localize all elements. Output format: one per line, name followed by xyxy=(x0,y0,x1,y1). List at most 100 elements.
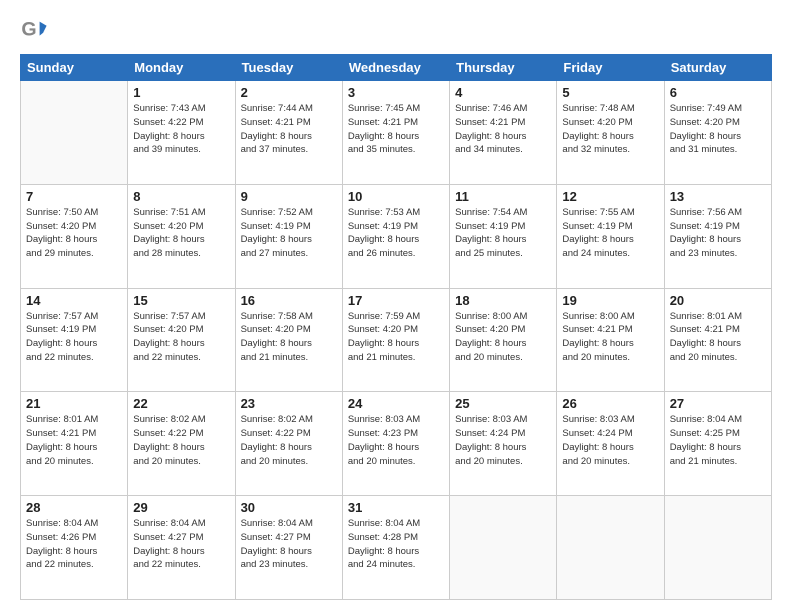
day-info: Sunrise: 8:01 AM Sunset: 4:21 PM Dayligh… xyxy=(26,413,122,468)
day-number: 13 xyxy=(670,189,766,204)
calendar-cell: 3Sunrise: 7:45 AM Sunset: 4:21 PM Daylig… xyxy=(342,81,449,185)
day-number: 8 xyxy=(133,189,229,204)
day-info: Sunrise: 7:43 AM Sunset: 4:22 PM Dayligh… xyxy=(133,102,229,157)
day-info: Sunrise: 7:57 AM Sunset: 4:20 PM Dayligh… xyxy=(133,310,229,365)
day-number: 19 xyxy=(562,293,658,308)
calendar-header-sunday: Sunday xyxy=(21,55,128,81)
day-info: Sunrise: 8:03 AM Sunset: 4:24 PM Dayligh… xyxy=(455,413,551,468)
day-number: 5 xyxy=(562,85,658,100)
day-info: Sunrise: 8:04 AM Sunset: 4:25 PM Dayligh… xyxy=(670,413,766,468)
day-number: 4 xyxy=(455,85,551,100)
calendar-cell: 20Sunrise: 8:01 AM Sunset: 4:21 PM Dayli… xyxy=(664,288,771,392)
day-info: Sunrise: 8:02 AM Sunset: 4:22 PM Dayligh… xyxy=(241,413,337,468)
calendar-cell: 8 Sunrise: 7:51 AM Sunset: 4:20 PM Daylig… xyxy=(128,184,235,288)
calendar-cell: 14Sunrise: 7:57 AM Sunset: 4:19 PM Dayli… xyxy=(21,288,128,392)
calendar-cell xyxy=(21,81,128,185)
day-number: 1 xyxy=(133,85,229,100)
logo: G xyxy=(20,16,52,44)
calendar-cell: 27 Sunrise: 8:04 AM Sunset: 4:25 PM Dayli… xyxy=(664,392,771,496)
day-number: 26 xyxy=(562,396,658,411)
day-info: Sunrise: 7:51 AM Sunset: 4:20 PM Dayligh… xyxy=(133,206,229,261)
calendar-cell: 29Sunrise: 8:04 AM Sunset: 4:27 PM Dayli… xyxy=(128,496,235,600)
day-info: Sunrise: 8:02 AM Sunset: 4:22 PM Dayligh… xyxy=(133,413,229,468)
calendar-header-friday: Friday xyxy=(557,55,664,81)
day-info: Sunrise: 7:57 AM Sunset: 4:19 PM Dayligh… xyxy=(26,310,122,365)
day-info: Sunrise: 7:58 AM Sunset: 4:20 PM Dayligh… xyxy=(241,310,337,365)
calendar-cell: 13 Sunrise: 7:56 AM Sunset: 4:19 PM Dayli… xyxy=(664,184,771,288)
day-info: Sunrise: 8:04 AM Sunset: 4:26 PM Dayligh… xyxy=(26,517,122,572)
calendar-cell: 15 Sunrise: 7:57 AM Sunset: 4:20 PM Dayli… xyxy=(128,288,235,392)
day-number: 21 xyxy=(26,396,122,411)
calendar-cell: 9 Sunrise: 7:52 AM Sunset: 4:19 PM Daylig… xyxy=(235,184,342,288)
day-number: 22 xyxy=(133,396,229,411)
day-info: Sunrise: 7:59 AM Sunset: 4:20 PM Dayligh… xyxy=(348,310,444,365)
calendar-cell: 11 Sunrise: 7:54 AM Sunset: 4:19 PM Dayli… xyxy=(450,184,557,288)
calendar-header-wednesday: Wednesday xyxy=(342,55,449,81)
day-info: Sunrise: 8:04 AM Sunset: 4:28 PM Dayligh… xyxy=(348,517,444,572)
day-info: Sunrise: 7:52 AM Sunset: 4:19 PM Dayligh… xyxy=(241,206,337,261)
calendar-cell: 31 Sunrise: 8:04 AM Sunset: 4:28 PM Dayli… xyxy=(342,496,449,600)
day-number: 29 xyxy=(133,500,229,515)
day-info: Sunrise: 8:00 AM Sunset: 4:20 PM Dayligh… xyxy=(455,310,551,365)
day-number: 16 xyxy=(241,293,337,308)
calendar-cell: 28 Sunrise: 8:04 AM Sunset: 4:26 PM Dayli… xyxy=(21,496,128,600)
calendar-table: SundayMondayTuesdayWednesdayThursdayFrid… xyxy=(20,54,772,600)
day-number: 31 xyxy=(348,500,444,515)
calendar-header-thursday: Thursday xyxy=(450,55,557,81)
day-number: 11 xyxy=(455,189,551,204)
logo-icon: G xyxy=(20,16,48,44)
calendar-cell: 1 Sunrise: 7:43 AM Sunset: 4:22 PM Daylig… xyxy=(128,81,235,185)
day-number: 27 xyxy=(670,396,766,411)
day-info: Sunrise: 7:46 AM Sunset: 4:21 PM Dayligh… xyxy=(455,102,551,157)
calendar-cell: 19Sunrise: 8:00 AM Sunset: 4:21 PM Dayli… xyxy=(557,288,664,392)
day-info: Sunrise: 7:54 AM Sunset: 4:19 PM Dayligh… xyxy=(455,206,551,261)
day-number: 20 xyxy=(670,293,766,308)
calendar-cell: 10Sunrise: 7:53 AM Sunset: 4:19 PM Dayli… xyxy=(342,184,449,288)
day-info: Sunrise: 7:49 AM Sunset: 4:20 PM Dayligh… xyxy=(670,102,766,157)
page: G SundayMondayTuesdayWednesdayThursdayFr… xyxy=(0,0,792,612)
day-info: Sunrise: 7:50 AM Sunset: 4:20 PM Dayligh… xyxy=(26,206,122,261)
day-number: 30 xyxy=(241,500,337,515)
calendar-cell xyxy=(664,496,771,600)
day-number: 15 xyxy=(133,293,229,308)
day-info: Sunrise: 8:03 AM Sunset: 4:23 PM Dayligh… xyxy=(348,413,444,468)
calendar-header-saturday: Saturday xyxy=(664,55,771,81)
calendar-cell: 30 Sunrise: 8:04 AM Sunset: 4:27 PM Dayli… xyxy=(235,496,342,600)
day-info: Sunrise: 8:03 AM Sunset: 4:24 PM Dayligh… xyxy=(562,413,658,468)
calendar-cell: 24 Sunrise: 8:03 AM Sunset: 4:23 PM Dayli… xyxy=(342,392,449,496)
calendar-cell: 26 Sunrise: 8:03 AM Sunset: 4:24 PM Dayli… xyxy=(557,392,664,496)
calendar-cell: 21 Sunrise: 8:01 AM Sunset: 4:21 PM Dayli… xyxy=(21,392,128,496)
calendar-cell: 25Sunrise: 8:03 AM Sunset: 4:24 PM Dayli… xyxy=(450,392,557,496)
day-number: 18 xyxy=(455,293,551,308)
calendar-week-2: 14Sunrise: 7:57 AM Sunset: 4:19 PM Dayli… xyxy=(21,288,772,392)
calendar-cell: 4 Sunrise: 7:46 AM Sunset: 4:21 PM Daylig… xyxy=(450,81,557,185)
day-number: 2 xyxy=(241,85,337,100)
day-number: 17 xyxy=(348,293,444,308)
calendar-header-monday: Monday xyxy=(128,55,235,81)
calendar-week-4: 28 Sunrise: 8:04 AM Sunset: 4:26 PM Dayli… xyxy=(21,496,772,600)
calendar-header-row: SundayMondayTuesdayWednesdayThursdayFrid… xyxy=(21,55,772,81)
calendar-cell: 7 Sunrise: 7:50 AM Sunset: 4:20 PM Daylig… xyxy=(21,184,128,288)
calendar-week-1: 7 Sunrise: 7:50 AM Sunset: 4:20 PM Daylig… xyxy=(21,184,772,288)
day-info: Sunrise: 7:56 AM Sunset: 4:19 PM Dayligh… xyxy=(670,206,766,261)
day-number: 23 xyxy=(241,396,337,411)
calendar-cell xyxy=(450,496,557,600)
calendar-cell: 18 Sunrise: 8:00 AM Sunset: 4:20 PM Dayli… xyxy=(450,288,557,392)
day-number: 28 xyxy=(26,500,122,515)
day-number: 24 xyxy=(348,396,444,411)
calendar-cell: 16 Sunrise: 7:58 AM Sunset: 4:20 PM Dayli… xyxy=(235,288,342,392)
svg-text:G: G xyxy=(21,19,36,41)
day-number: 10 xyxy=(348,189,444,204)
calendar-cell: 2Sunrise: 7:44 AM Sunset: 4:21 PM Daylig… xyxy=(235,81,342,185)
day-number: 7 xyxy=(26,189,122,204)
day-number: 9 xyxy=(241,189,337,204)
day-info: Sunrise: 7:55 AM Sunset: 4:19 PM Dayligh… xyxy=(562,206,658,261)
calendar-cell: 17 Sunrise: 7:59 AM Sunset: 4:20 PM Dayli… xyxy=(342,288,449,392)
calendar-week-0: 1 Sunrise: 7:43 AM Sunset: 4:22 PM Daylig… xyxy=(21,81,772,185)
day-number: 6 xyxy=(670,85,766,100)
header: G xyxy=(20,16,772,44)
day-info: Sunrise: 8:04 AM Sunset: 4:27 PM Dayligh… xyxy=(241,517,337,572)
calendar-cell: 23 Sunrise: 8:02 AM Sunset: 4:22 PM Dayli… xyxy=(235,392,342,496)
day-number: 12 xyxy=(562,189,658,204)
calendar-cell: 5Sunrise: 7:48 AM Sunset: 4:20 PM Daylig… xyxy=(557,81,664,185)
